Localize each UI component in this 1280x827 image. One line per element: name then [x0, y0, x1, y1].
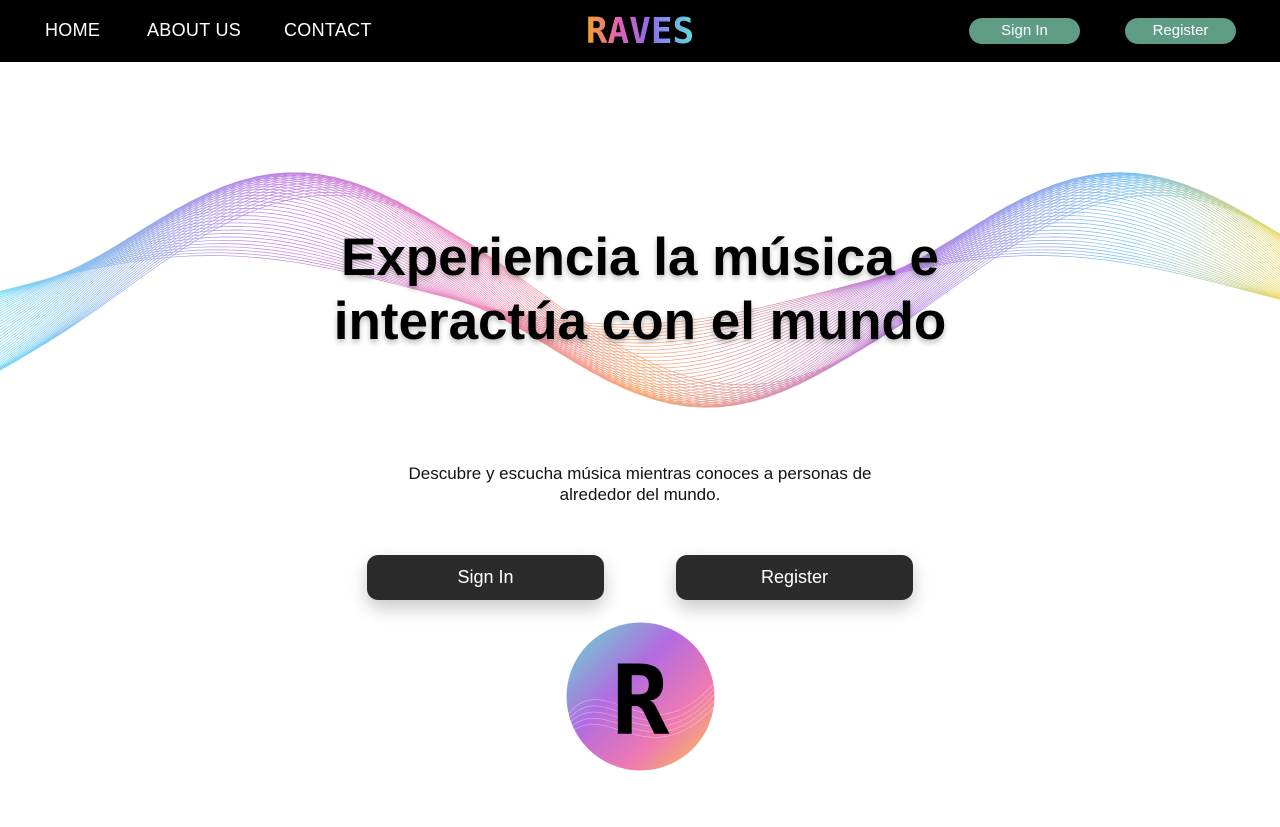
raves-logo[interactable]: RAVES — [557, 14, 723, 48]
hero-register-button[interactable]: Register — [676, 555, 913, 600]
raves-logo-text: RAVES — [586, 14, 694, 48]
top-navigation-bar: HOME ABOUT US CONTACT RAVES Sign In Regi… — [0, 0, 1280, 62]
nav-sign-in-button[interactable]: Sign In — [969, 18, 1080, 44]
hero-subtitle-line-1: Descubre y escucha música mientras conoc… — [408, 464, 872, 483]
raves-emblem-letter: R — [612, 645, 670, 757]
hero-title-line-1: Experiencia la música e — [340, 228, 940, 287]
nav-contact-link[interactable]: CONTACT — [284, 20, 372, 41]
hero-subtitle: Descubre y escucha música mientras conoc… — [360, 463, 920, 505]
nav-home-link[interactable]: HOME — [45, 20, 100, 41]
hero-title-line-2: interactúa con el mundo — [333, 292, 947, 351]
hero-sign-in-button[interactable]: Sign In — [367, 555, 604, 600]
hero-subtitle-line-2: alrededor del mundo. — [559, 485, 721, 504]
hero-title: Experiencia la música e interactúa con e… — [140, 226, 1140, 354]
nav-register-button[interactable]: Register — [1125, 18, 1236, 44]
raves-emblem: R — [566, 622, 715, 771]
nav-about-link[interactable]: ABOUT US — [147, 20, 241, 41]
